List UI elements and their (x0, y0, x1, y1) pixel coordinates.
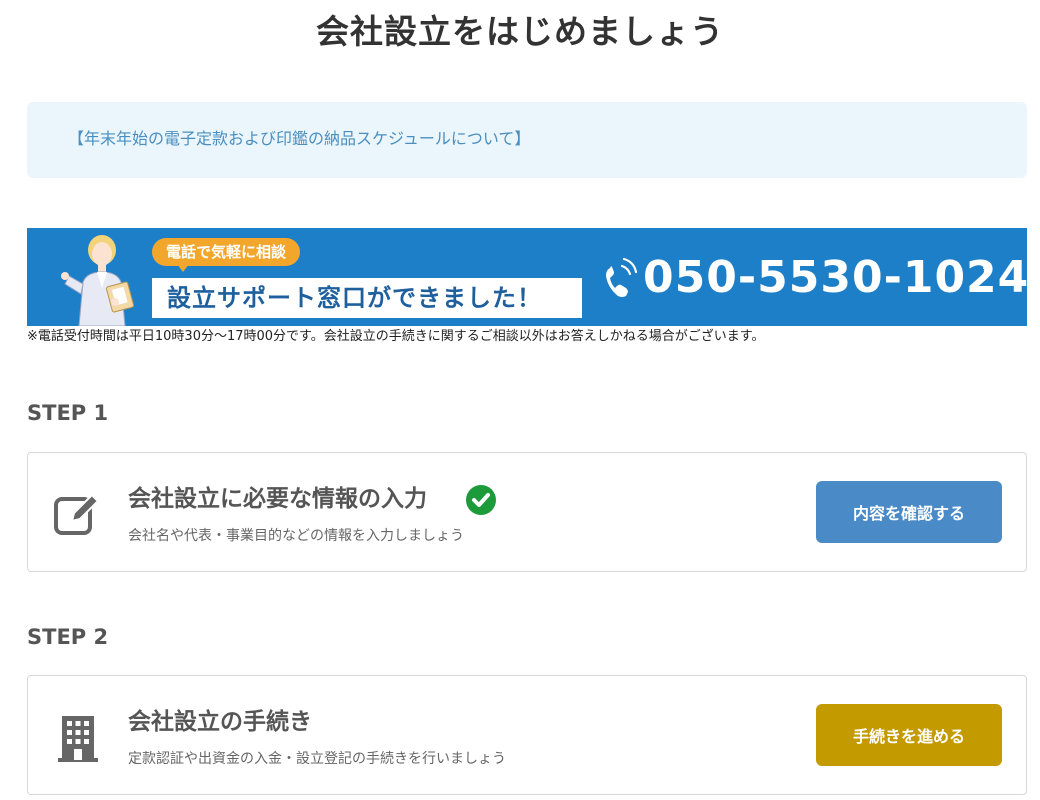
notice-link[interactable]: 【年末年始の電子定款および印鑑の納品スケジュールについて】 (68, 128, 530, 150)
check-circle-icon (466, 485, 496, 515)
edit-icon (54, 493, 100, 535)
notice-box: 【年末年始の電子定款および印鑑の納品スケジュールについて】 (27, 102, 1027, 178)
banner-bubble-tail (177, 264, 189, 272)
person-illustration (61, 235, 135, 326)
step-2-card: 会社設立の手続き 定款認証や出資金の入金・設立登記の手続きを行いましょう 手続き… (27, 675, 1027, 795)
step-2-title: 会社設立の手続き (128, 709, 312, 735)
banner-headline: 設立サポート窓口ができました！ (152, 278, 582, 318)
banner-note-mark: ※ (982, 262, 992, 275)
building-icon (58, 716, 98, 762)
step-2-label: STEP 2 (27, 625, 109, 649)
step-2-subtitle: 定款認証や出資金の入金・設立登記の手続きを行いましょう (128, 751, 506, 767)
step-1-subtitle: 会社名や代表・事業目的などの情報を入力しましょう (128, 528, 464, 544)
page: 会社設立をはじめましょう 【年末年始の電子定款および印鑑の納品スケジュールについ… (0, 0, 1040, 800)
page-title: 会社設立をはじめましょう (316, 12, 724, 51)
step-1-title: 会社設立に必要な情報の入力 (128, 486, 427, 512)
banner-phone-number: 050-5530-1024 (643, 252, 1027, 303)
phone-icon (606, 257, 638, 297)
proceed-procedure-button[interactable]: 手続きを進める (816, 704, 1002, 766)
hours-note: ※電話受付時間は平日10時30分～17時00分です。会社設立の手続きに関するご相… (27, 329, 765, 344)
step-1-card: 会社設立に必要な情報の入力 会社名や代表・事業目的などの情報を入力しましょう 内… (27, 452, 1027, 572)
step-1-label: STEP 1 (27, 401, 109, 425)
banner-bubble: 電話で気軽に相談 (152, 238, 301, 266)
support-banner[interactable]: 電話で気軽に相談 設立サポート窓口ができました！ 050-5530-1024 ※ (27, 228, 1027, 326)
confirm-details-button[interactable]: 内容を確認する (816, 481, 1002, 543)
